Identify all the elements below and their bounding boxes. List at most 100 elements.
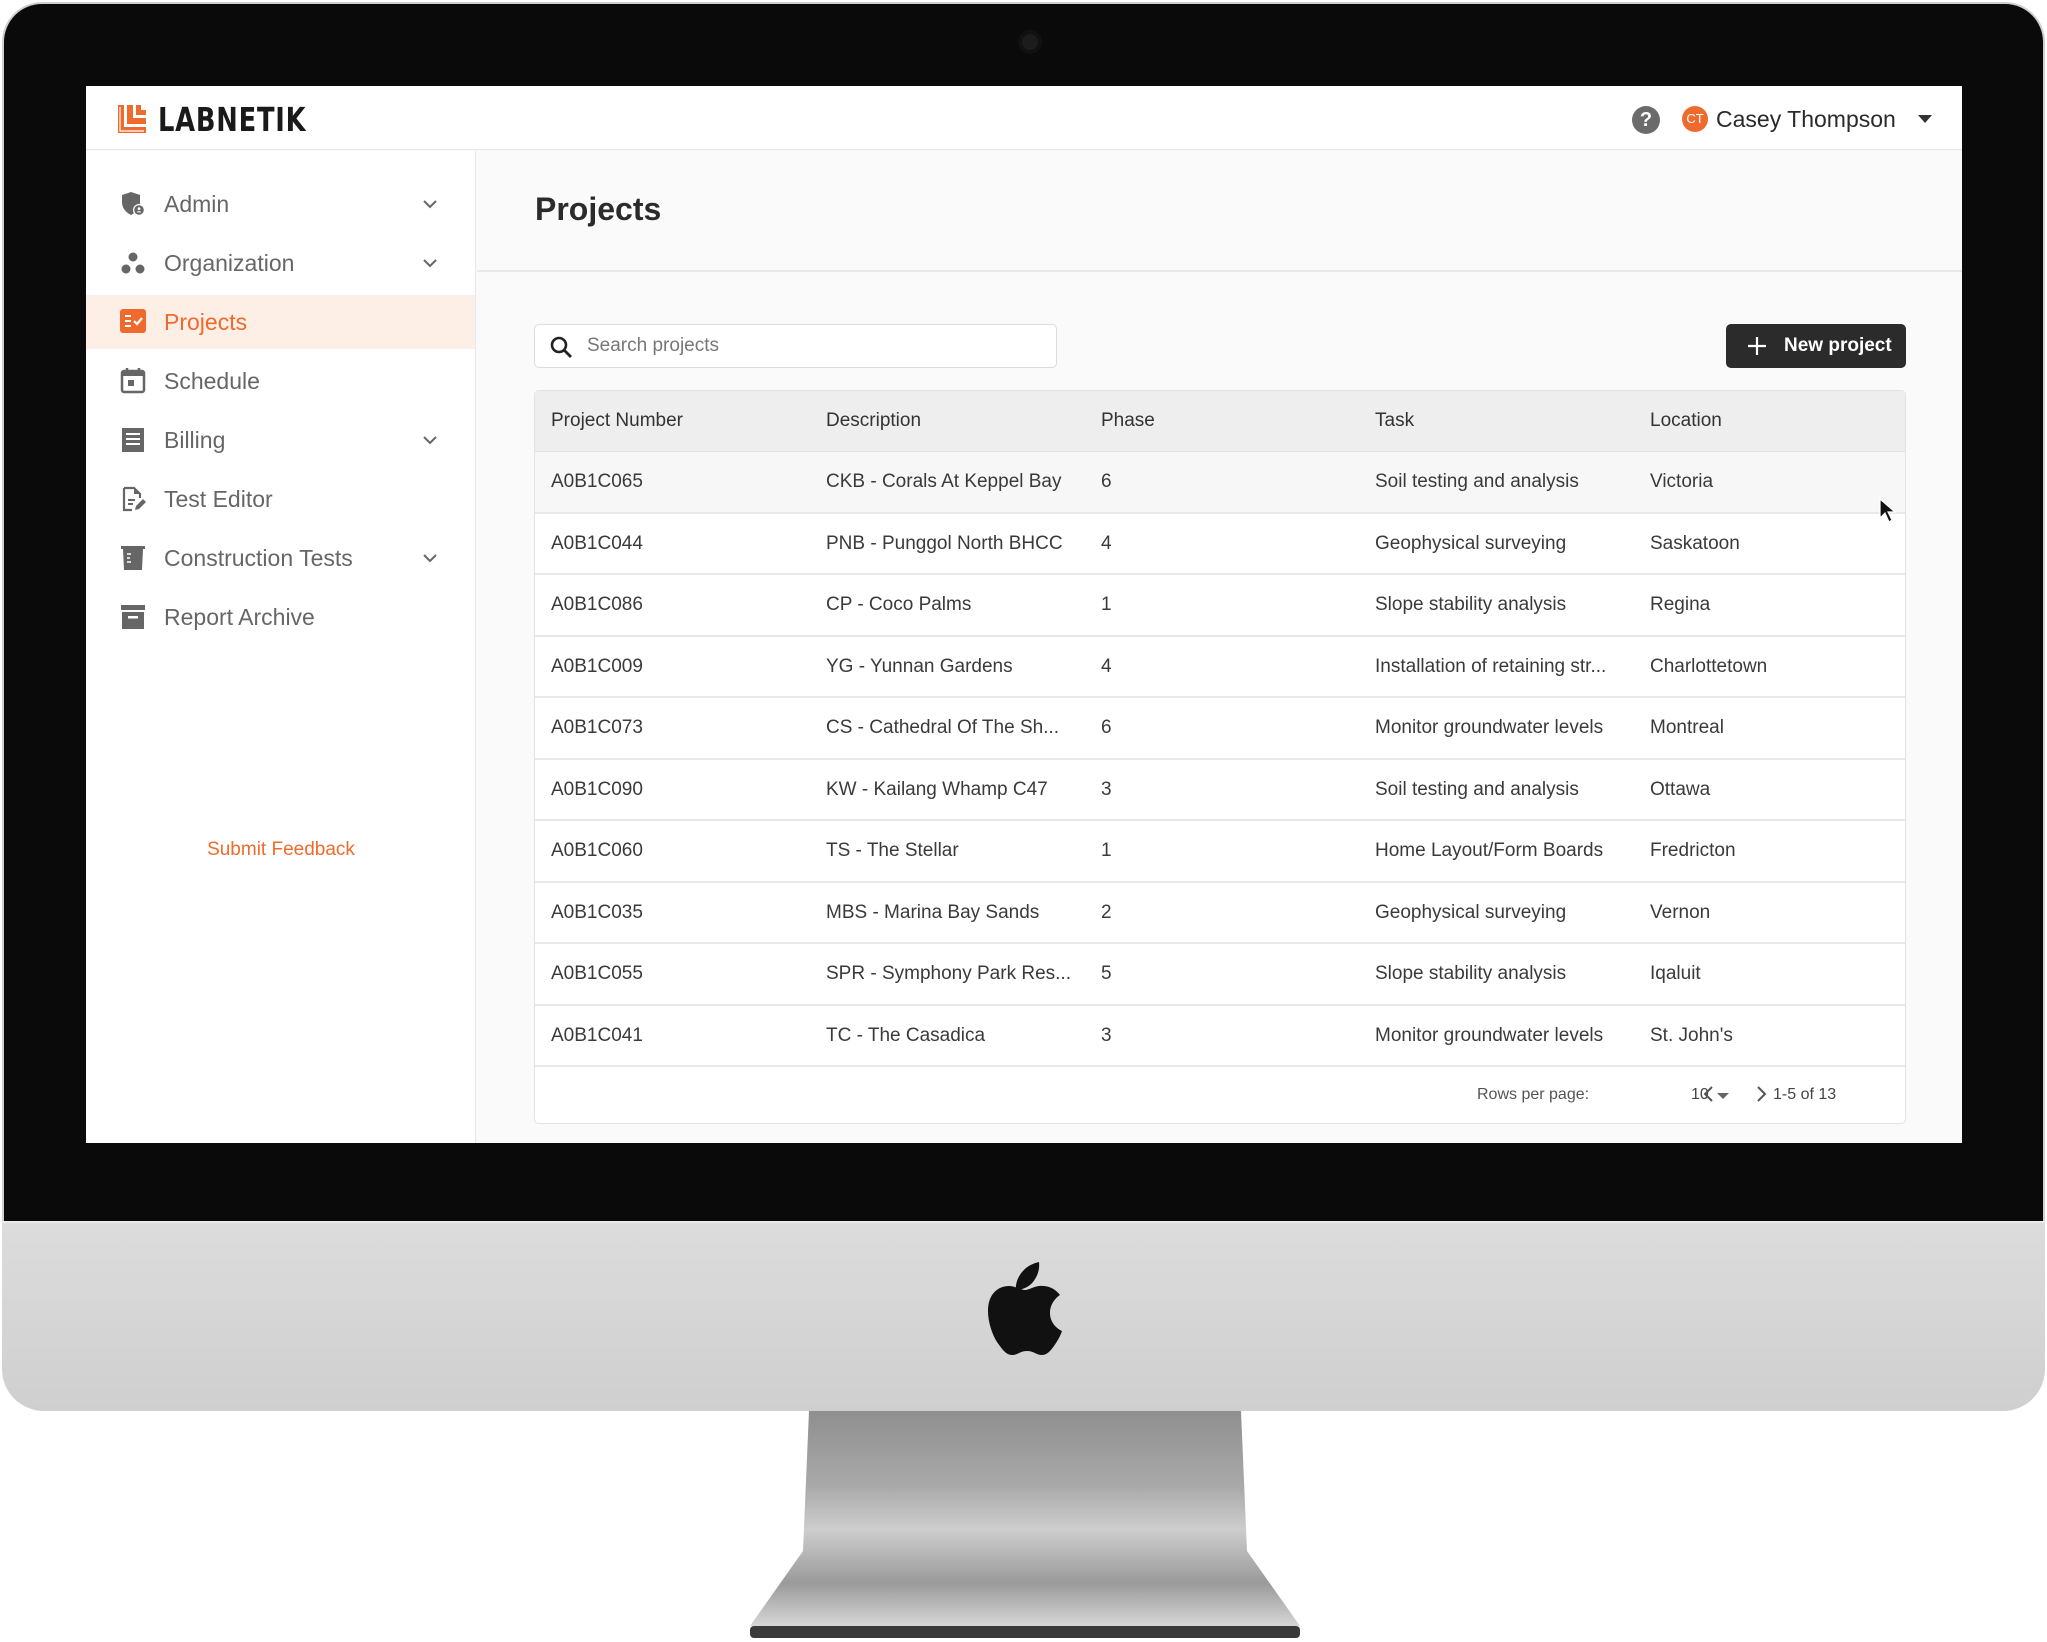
cell-task: Monitor groundwater levels <box>1375 1024 1604 1046</box>
table-row[interactable]: A0B1C060 TS - The Stellar 1 Home Layout/For… <box>535 821 1905 883</box>
cell-description: TS - The Stellar <box>826 840 959 861</box>
cell-location: St. John's <box>1650 1024 1733 1046</box>
cell-phase: 3 <box>1101 778 1112 800</box>
sidebar-item-label: Billing <box>164 426 226 453</box>
sidebar: Admin Organization Projects Schedule Bil… <box>86 151 476 1143</box>
cell-location: Victoria <box>1650 471 1714 492</box>
cell-phase: 4 <box>1101 532 1112 554</box>
search-input[interactable] <box>587 325 1037 367</box>
sidebar-item-label: Construction Tests <box>164 544 353 571</box>
cell-description: CKB - Corals At Keppel Bay <box>826 471 1062 492</box>
shield-user-icon <box>122 192 145 216</box>
column-header-description[interactable]: Description <box>826 410 921 432</box>
cell-task: Soil testing and analysis <box>1375 471 1579 492</box>
cell-task: Geophysical surveying <box>1375 901 1567 923</box>
sidebar-item-projects[interactable]: Projects <box>86 295 475 349</box>
cell-phase: 1 <box>1101 594 1112 615</box>
cell-task: Home Layout/Form Boards <box>1375 840 1604 861</box>
camera-icon <box>1022 34 1038 50</box>
sidebar-item-label: Test Editor <box>164 485 273 512</box>
projects-table: Project Number Description Phase Task Lo… <box>534 390 1906 1124</box>
cell-location: Saskatoon <box>1650 532 1740 554</box>
sidebar-item-construction-tests[interactable]: Construction Tests <box>86 531 475 585</box>
chevron-down-icon <box>423 554 437 563</box>
cell-location: Vernon <box>1650 901 1711 923</box>
search-field[interactable] <box>534 324 1057 368</box>
user-name: Casey Thompson <box>1716 105 1896 132</box>
sidebar-item-label: Report Archive <box>164 603 315 630</box>
checklist-icon <box>120 309 146 333</box>
cell-description: TC - The Casadica <box>826 1024 986 1046</box>
cell-location: Regina <box>1650 594 1711 615</box>
brand-logo[interactable]: LABNETIK <box>116 100 348 139</box>
sidebar-item-label: Projects <box>164 308 248 335</box>
cell-task: Geophysical surveying <box>1375 532 1567 554</box>
table-row[interactable]: A0B1C086 CP - Coco Palms 1 Slope stability … <box>535 575 1905 637</box>
pagination-range: 1-5 of 13 <box>1773 1086 1837 1103</box>
avatar: CT <box>1682 106 1708 132</box>
cell-phase: 4 <box>1101 655 1112 677</box>
apple-logo-icon <box>988 1262 1062 1355</box>
table-row[interactable]: A0B1C055 SPR - Symphony Park Res... 5 Slope… <box>535 944 1905 1006</box>
chevron-right-icon[interactable] <box>1749 1082 1773 1106</box>
sidebar-item-test-editor[interactable]: Test Editor <box>86 472 475 526</box>
question-circle-icon[interactable]: ? <box>1632 106 1660 134</box>
column-header-project-number[interactable]: Project Number <box>551 410 683 432</box>
sidebar-item-schedule[interactable]: Schedule <box>86 354 475 408</box>
submit-feedback-link[interactable]: Submit Feedback <box>86 839 476 861</box>
table-row[interactable]: A0B1C065 CKB - Corals At Keppel Bay 6 Soil … <box>535 452 1905 514</box>
top-bar: LABNETIK ? CT Casey Thompson <box>86 86 1962 150</box>
table-row[interactable]: A0B1C073 CS - Cathedral Of The Sh... 6 Moni… <box>535 698 1905 760</box>
cell-description: PNB - Punggol North BHCC <box>826 532 1063 554</box>
cell-project-number: A0B1C065 <box>551 471 643 492</box>
caret-down-icon <box>1917 115 1932 123</box>
table-row[interactable]: A0B1C035 MBS - Marina Bay Sands 2 Geophysic… <box>535 883 1905 944</box>
cell-description: MBS - Marina Bay Sands <box>826 901 1040 923</box>
chevron-down-icon <box>423 200 437 209</box>
table-row[interactable]: A0B1C090 KW - Kailang Whamp C47 3 Soil test… <box>535 760 1905 821</box>
sidebar-item-report-archive[interactable]: Report Archive <box>86 590 475 644</box>
plus-icon <box>1748 337 1766 355</box>
archive-box-icon <box>121 605 145 629</box>
document-edit-icon <box>122 486 146 512</box>
cell-task: Installation of retaining str... <box>1375 655 1607 677</box>
table-pagination: Rows per page: 10 1-5 of 13 <box>535 1066 1905 1123</box>
cell-location: Iqaluit <box>1650 963 1701 984</box>
cell-description: SPR - Symphony Park Res... <box>826 963 1071 984</box>
sidebar-item-admin[interactable]: Admin <box>86 177 475 231</box>
beaker-icon <box>121 546 145 570</box>
column-header-task[interactable]: Task <box>1375 410 1414 432</box>
sidebar-item-organization[interactable]: Organization <box>86 236 475 290</box>
cell-description: KW - Kailang Whamp C47 <box>826 778 1048 800</box>
page-header: Projects <box>477 151 1962 272</box>
cell-task: Soil testing and analysis <box>1375 778 1579 800</box>
cell-description: CS - Cathedral Of The Sh... <box>826 717 1060 738</box>
rows-per-page-label: Rows per page: <box>1477 1086 1590 1103</box>
cell-description: CP - Coco Palms <box>826 594 972 615</box>
table-header: Project Number Description Phase Task Lo… <box>535 391 1905 452</box>
new-project-button[interactable]: New project <box>1726 324 1906 368</box>
cell-phase: 3 <box>1101 1024 1112 1046</box>
cell-description: YG - Yunnan Gardens <box>826 655 1013 677</box>
mouse-cursor-icon <box>1879 498 1897 523</box>
chevron-down-icon <box>423 436 437 445</box>
chevron-left-icon[interactable] <box>1697 1082 1721 1106</box>
cell-phase: 1 <box>1101 840 1112 861</box>
table-row[interactable]: A0B1C041 TC - The Casadica 3 Monitor ground… <box>535 1006 1905 1067</box>
user-menu[interactable]: CT Casey Thompson <box>1682 103 1932 135</box>
cell-phase: 6 <box>1101 471 1112 492</box>
column-header-location[interactable]: Location <box>1650 410 1722 432</box>
table-row[interactable]: A0B1C044 PNB - Punggol North BHCC 4 Geophys… <box>535 514 1905 575</box>
column-header-phase[interactable]: Phase <box>1101 410 1155 432</box>
cell-project-number: A0B1C090 <box>551 778 643 800</box>
sidebar-item-label: Schedule <box>164 367 260 394</box>
sidebar-item-label: Admin <box>164 190 230 217</box>
page-title: Projects <box>535 191 662 227</box>
cell-project-number: A0B1C009 <box>551 655 643 677</box>
calendar-icon <box>120 368 146 394</box>
cell-phase: 6 <box>1101 717 1112 738</box>
cell-project-number: A0B1C055 <box>551 963 643 984</box>
sidebar-item-billing[interactable]: Billing <box>86 413 475 467</box>
cell-phase: 2 <box>1101 901 1112 923</box>
table-row[interactable]: A0B1C009 YG - Yunnan Gardens 4 Installation… <box>535 637 1905 698</box>
